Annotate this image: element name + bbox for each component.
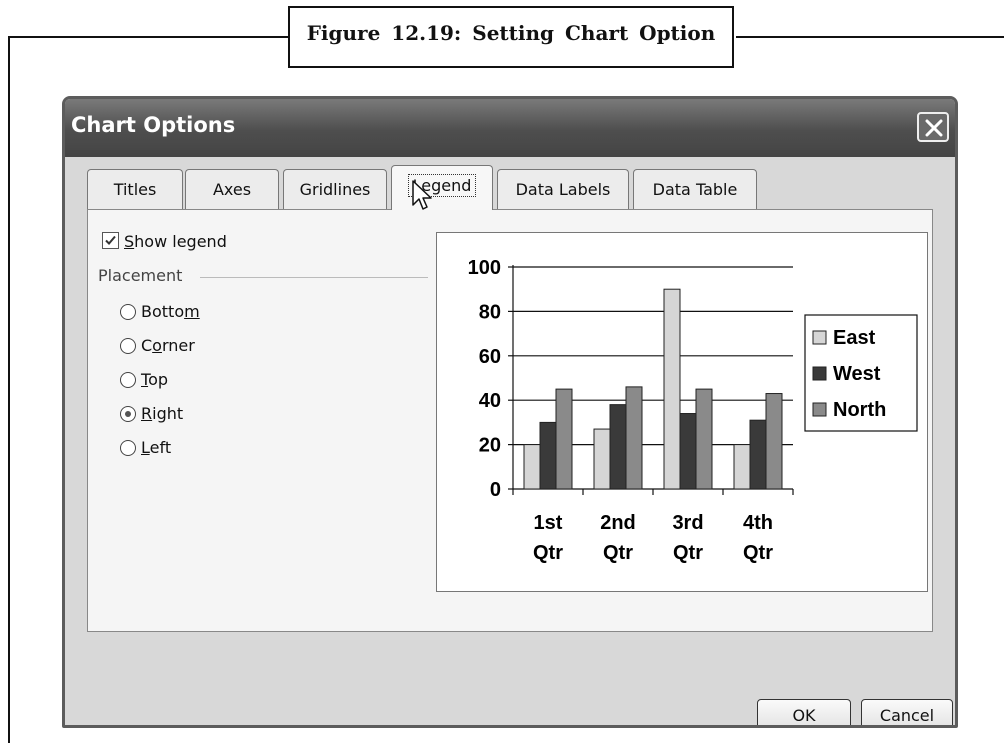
placement-left-radio[interactable] [120,440,136,456]
bar-north [695,388,713,490]
dialog-title: Chart Options [71,113,236,137]
close-button[interactable] [917,112,949,142]
chart-preview-svg: 0 20 40 60 80 100 1st Qtr 2nd Qtr 3rd Qtr 4th Qtr East… [468,257,918,564]
placement-bottom-option[interactable]: Bottom [120,302,200,321]
bar-west [609,404,627,490]
x-tick-label: Qtr [743,542,773,564]
chart-options-dialog: Chart Options Titles Axes Gridlines Lege… [62,96,958,728]
mouse-pointer-icon [412,180,432,210]
placement-corner-radio[interactable] [120,338,136,354]
x-tick-label: 3rd [672,512,703,534]
x-tick-label: 2nd [600,512,636,534]
checkmark-icon [105,235,116,245]
legend-label-north: North [833,399,886,421]
cancel-button[interactable]: Cancel [861,699,953,725]
y-tick-label: 60 [479,346,501,368]
placement-bottom-radio[interactable] [120,304,136,320]
y-tick-label: 80 [479,301,501,323]
legend-tab-panel: Show legend Placement Bottom Corner Top … [87,209,933,632]
radio-selected-dot [125,411,131,417]
placement-right-label: Right [141,404,184,423]
tab-data-table[interactable]: Data Table [633,169,757,209]
placement-left-option[interactable]: Left [120,438,171,457]
figure-frame-left [8,36,10,743]
placement-corner-label: Corner [141,336,195,355]
x-tick-label: Qtr [673,542,703,564]
placement-right-radio[interactable] [120,406,136,422]
dialog-titlebar[interactable]: Chart Options [65,99,955,157]
y-tick-label: 20 [479,435,501,457]
placement-top-label: Top [141,370,169,389]
bar-east [733,444,751,490]
tab-titles[interactable]: Titles [87,169,183,209]
legend-swatch-west [812,366,827,381]
bar-east [593,428,611,490]
x-tick-label: 1st [534,512,563,534]
x-tick-label: Qtr [603,542,633,564]
bar-west [679,413,697,490]
legend-swatch-east [812,330,827,345]
bar-north [555,388,573,490]
figure-frame-top-left [8,36,288,38]
placement-corner-option[interactable]: Corner [120,336,195,355]
figure-caption: Figure 12.19: Setting Chart Option [288,6,734,68]
ok-button[interactable]: OK [757,699,851,725]
placement-left-label: Left [141,438,172,457]
chart-preview: 0 20 40 60 80 100 1st Qtr 2nd Qtr 3rd Qtr 4th Qtr East… [436,232,928,592]
bar-east [663,288,681,490]
y-tick-label: 100 [468,257,501,279]
tab-gridlines[interactable]: Gridlines [283,169,387,209]
legend-label-east: East [833,327,876,349]
placement-top-option[interactable]: Top [120,370,168,389]
bar-west [539,421,557,490]
bar-north [625,386,643,490]
figure-frame-top-right [736,36,1004,38]
placement-right-option[interactable]: Right [120,404,183,423]
y-tick-label: 40 [479,390,501,412]
bar-west [749,419,767,490]
tab-data-labels[interactable]: Data Labels [497,169,629,209]
placement-label: Placement [98,266,183,285]
legend-label-west: West [833,363,881,385]
tab-legend[interactable]: Legend [391,165,493,210]
show-legend-checkbox[interactable] [102,232,119,249]
bar-east [523,444,541,490]
tab-axes[interactable]: Axes [185,169,279,209]
legend-swatch-north [812,402,827,417]
x-tick-label: Qtr [533,542,563,564]
placement-bottom-label: Bottom [141,302,200,321]
x-tick-label: 4th [743,512,773,534]
placement-divider [200,277,428,278]
y-tick-label: 0 [490,479,501,501]
close-icon [925,119,943,137]
placement-top-radio[interactable] [120,372,136,388]
bar-north [765,393,783,490]
show-legend-label: Show legend [124,232,227,251]
show-legend-checkbox-row[interactable]: Show legend [102,232,227,251]
